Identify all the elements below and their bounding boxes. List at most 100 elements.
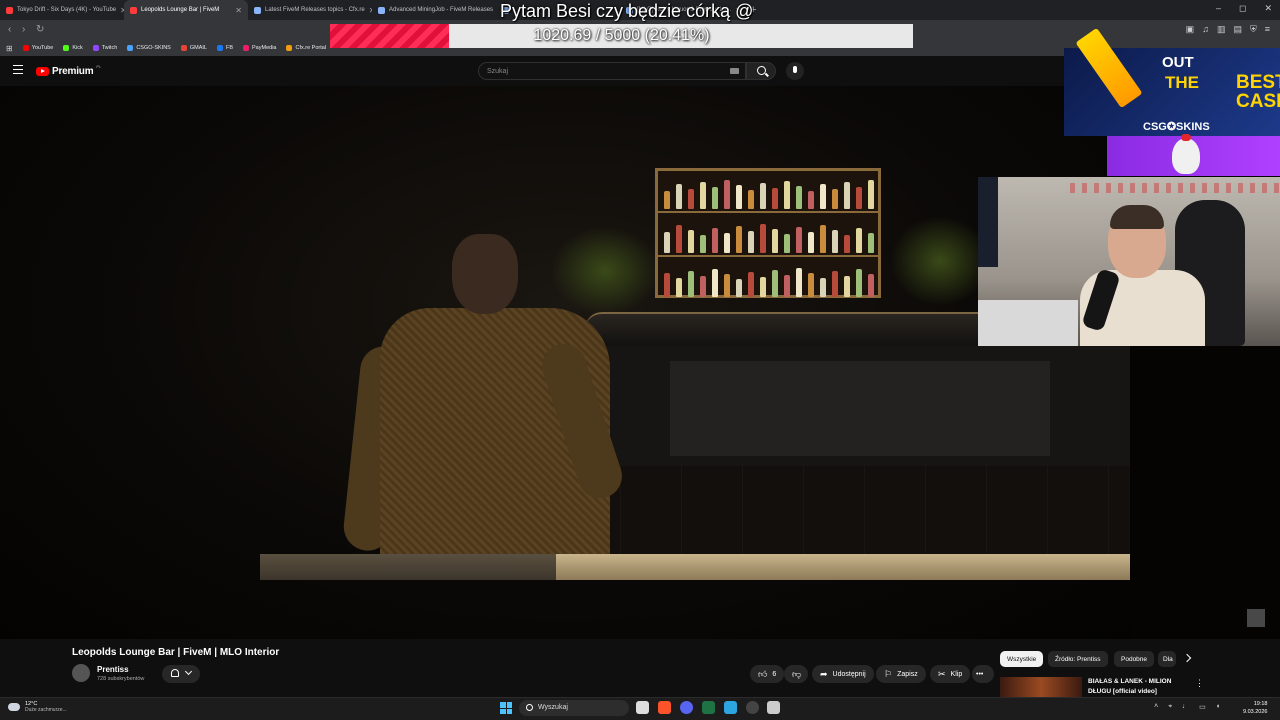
more-actions-button[interactable]: ••• [972, 665, 994, 683]
bookmark-icon [243, 45, 250, 51]
clip-button[interactable]: ✂ Klip [930, 665, 971, 683]
bottle [748, 190, 754, 209]
bottle [856, 187, 862, 209]
donation-goal-text: 1020.69 / 5000 (20.41%) [533, 27, 710, 44]
voice-search-button[interactable] [786, 62, 804, 80]
bookmark[interactable]: CSGO-SKINS [127, 45, 171, 51]
share-button[interactable]: ➦ Udostępnij [812, 665, 874, 683]
bottle [832, 271, 838, 297]
search-icon [757, 66, 766, 75]
bottle [844, 182, 850, 209]
dislike-button[interactable]: 👎︎ [784, 665, 808, 683]
obs-icon[interactable] [746, 701, 759, 714]
keyboard-icon[interactable] [730, 68, 739, 74]
close-window-button[interactable]: ✕ [1264, 3, 1272, 14]
excel-icon[interactable] [702, 701, 715, 714]
save-button[interactable]: ⚐ Zapisz [876, 665, 926, 683]
microphone-icon[interactable]: ♩ [1182, 703, 1189, 711]
reload-icon[interactable]: ↻ [36, 24, 44, 35]
chip-all[interactable]: Wszystkie [1000, 651, 1044, 667]
bottle [676, 184, 682, 209]
bookmark-icon [216, 45, 223, 51]
bookmark[interactable]: PayMedia [243, 45, 276, 51]
back-arrow-icon[interactable]: ‹ [8, 24, 11, 35]
webcam-desk [978, 300, 1078, 346]
bottle [688, 230, 694, 253]
bottle [700, 182, 706, 209]
bookmark[interactable]: GMAIL [180, 45, 207, 51]
bookmark[interactable]: Kick [63, 45, 83, 51]
browser-tab-active[interactable]: Leopolds Lounge Bar | FiveM ✕ [124, 0, 248, 20]
app-icon[interactable] [724, 701, 737, 714]
music-icon[interactable]: ♫ [1202, 24, 1209, 35]
bottle [832, 189, 838, 209]
network-icon[interactable]: ▭ [1199, 703, 1206, 711]
browser-tab[interactable]: Advanced MiningJob - FiveM Releases✕ [372, 0, 496, 20]
youtube-icon [6, 6, 13, 14]
speaker-icon[interactable]: ◖ [1216, 703, 1220, 711]
minimize-button[interactable]: – [1216, 3, 1221, 14]
location-icon[interactable]: ⌖ [1168, 703, 1172, 711]
webcam-monitor [978, 177, 998, 267]
bookmark[interactable]: FB [216, 45, 233, 51]
bottle [820, 184, 826, 209]
chip-source[interactable]: Źródło: Prentiss [1048, 651, 1108, 667]
scissors-icon: ✂ [938, 668, 946, 679]
video-title: Leopolds Lounge Bar | FiveM | MLO Interi… [72, 647, 280, 658]
wallet-icon[interactable]: ▤ [1233, 24, 1242, 35]
extension-icon[interactable]: ▣ [1186, 24, 1195, 35]
weather-widget[interactable]: 12°C Duże zachmurze... [8, 701, 67, 713]
bottle [844, 276, 850, 297]
system-tray: ˄ ⌖ ♩ ▭ ◖ [1154, 703, 1220, 711]
table-shadow [260, 554, 556, 580]
channel-watermark-icon[interactable] [1247, 609, 1265, 627]
bottle [748, 231, 754, 253]
shield-icon[interactable]: ⛨ [1250, 24, 1257, 35]
bookmark-icon [286, 45, 293, 51]
browser-extensions: ▣ ♫ ▥ ▤ ⛨ ≡ [1186, 24, 1270, 35]
bottle [760, 224, 766, 253]
hamburger-menu-icon[interactable] [13, 65, 23, 74]
bookmark[interactable]: Twitch [92, 45, 117, 51]
more-vert-icon[interactable]: ⋮ [1195, 678, 1204, 689]
discord-icon[interactable] [680, 701, 693, 714]
file-explorer-icon[interactable] [636, 701, 649, 714]
window-controls: – ◻ ✕ [1216, 3, 1272, 14]
bookmark[interactable]: YouTube [22, 45, 53, 51]
bottle [772, 188, 778, 209]
taskbar-clock[interactable]: 19:18 9.03.2026 [1243, 700, 1267, 716]
recommended-title[interactable]: BIAŁAS & LANEK - MILION DŁUGU [official v… [1088, 677, 1178, 697]
forward-arrow-icon[interactable]: › [22, 24, 25, 35]
recommended-thumbnail[interactable] [1000, 677, 1082, 697]
chip-for-you[interactable]: Dla [1158, 651, 1176, 667]
chip-similar[interactable]: Podobne [1114, 651, 1155, 667]
youtube-play-icon [36, 67, 49, 76]
browser-tab[interactable]: Latest FiveM Releases topics - Cfx.re✕ [248, 0, 372, 20]
start-button[interactable] [500, 702, 512, 714]
app-icon[interactable] [767, 701, 780, 714]
browser-tab[interactable]: Tokyo Drift - Six Days (4K) - YouTube ✕ [0, 0, 124, 20]
chevron-up-icon[interactable]: ˄ [1154, 703, 1158, 711]
taskbar-search[interactable]: Wyszukaj [519, 700, 629, 716]
bottle [868, 233, 874, 253]
menu-icon[interactable]: ≡ [1265, 24, 1270, 35]
subscribed-bell-button[interactable] [162, 665, 200, 683]
search-input[interactable]: Szukaj [478, 62, 746, 80]
bottle [820, 225, 826, 253]
sidebar-icon[interactable]: ▥ [1217, 24, 1226, 35]
close-tab-icon[interactable]: ✕ [235, 6, 242, 15]
bookmark-icon [180, 45, 187, 51]
search-button[interactable] [746, 62, 776, 80]
thumbs-down-icon: 👎︎ [792, 668, 802, 679]
apps-grid-icon[interactable]: ⊞ [6, 44, 13, 53]
like-button[interactable]: 👍︎ 6 [750, 665, 784, 683]
brave-browser-icon[interactable] [658, 701, 671, 714]
video-player[interactable] [0, 86, 1280, 639]
bottle [724, 274, 730, 297]
bookmark[interactable]: Cfx.re Portal [286, 45, 326, 51]
maximize-button[interactable]: ◻ [1239, 3, 1246, 14]
bottle [760, 277, 766, 297]
channel-avatar[interactable] [72, 664, 90, 682]
channel-name[interactable]: Prentiss [97, 665, 129, 674]
youtube-logo[interactable]: Premium PL [36, 64, 101, 77]
